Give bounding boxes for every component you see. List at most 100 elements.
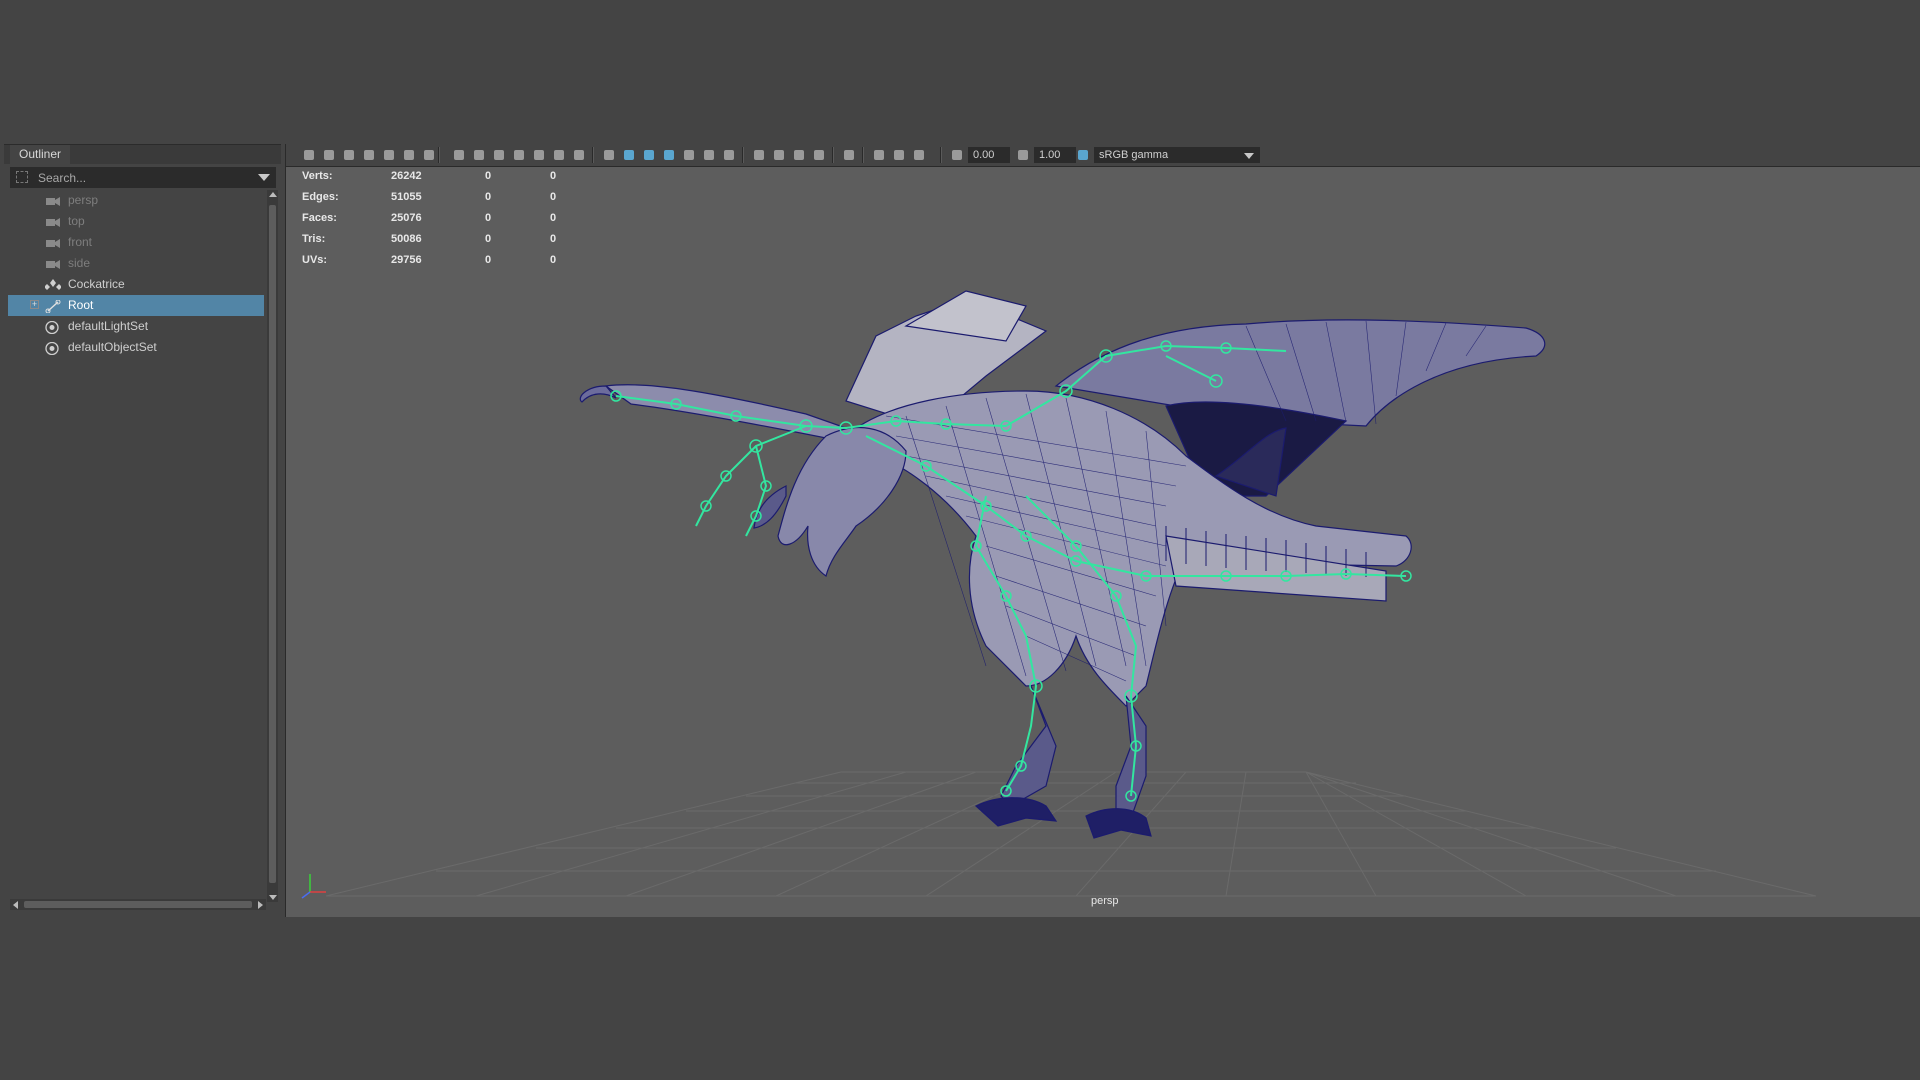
hud-stat-row: Verts: 26242 0 0: [286, 166, 586, 187]
smooth-shade-icon[interactable]: [622, 148, 636, 162]
image-plane-icon[interactable]: [382, 148, 396, 162]
axis-gizmo-icon: [301, 874, 326, 899]
bookmark-icon[interactable]: [342, 148, 356, 162]
select-camera-icon[interactable]: [302, 148, 316, 162]
hud-stat-label: Verts:: [302, 170, 333, 182]
wireframe-icon[interactable]: [602, 148, 616, 162]
hud-stat-row: Tris: 50086 0 0: [286, 229, 586, 250]
hud-stat-label: Faces:: [302, 212, 337, 224]
hud-stat-sel: 0: [485, 170, 492, 182]
scrollbar-thumb[interactable]: [24, 901, 252, 908]
gamma-icon[interactable]: [1016, 148, 1030, 162]
toolbar-separator: [742, 147, 744, 163]
outliner-item-defaultobjectset[interactable]: defaultObjectSet: [8, 337, 264, 358]
camera-icon: [45, 236, 61, 249]
outliner-item-top[interactable]: top: [8, 211, 264, 232]
depth-of-field-icon[interactable]: [812, 148, 826, 162]
search-input[interactable]: [38, 167, 248, 188]
expand-icon[interactable]: +: [30, 300, 39, 309]
pan-zoom-icon[interactable]: [402, 148, 416, 162]
outliner-item-label: top: [68, 214, 85, 228]
toolbar-separator: [862, 147, 864, 163]
tab-outliner[interactable]: Outliner: [10, 145, 71, 164]
cockatrice-mesh: [579, 290, 1546, 839]
lights-icon[interactable]: [702, 148, 716, 162]
set-icon: [45, 341, 61, 356]
color-space-select[interactable]: sRGB gamma: [1094, 147, 1260, 163]
filter-icon[interactable]: [16, 171, 28, 183]
hud-stat-sel: 0: [485, 254, 492, 266]
scroll-right-icon[interactable]: [258, 901, 263, 909]
hud-stat-comp: 0: [550, 233, 557, 245]
joint-icon: [45, 299, 61, 314]
exposure-field[interactable]: 0.00: [968, 147, 1010, 163]
camera-icon: [45, 257, 61, 270]
gate-mask-icon[interactable]: [512, 148, 526, 162]
outliner-search-bar: [10, 167, 276, 188]
outliner-item-cockatrice[interactable]: Cockatrice: [8, 274, 264, 295]
hud-stat-value: 25076: [391, 212, 422, 224]
hud-stat-value: 29756: [391, 254, 422, 266]
xray-active-icon[interactable]: [892, 148, 906, 162]
outliner-panel: Outliner persp top front side Cockatrice + Roo…: [4, 144, 281, 914]
grid-icon[interactable]: [452, 148, 466, 162]
resolution-gate-icon[interactable]: [492, 148, 506, 162]
xray-icon[interactable]: [682, 148, 696, 162]
viewport-persp[interactable]: 0.00 1.00 sRGB gamma Verts: 26242 0 0 Ed…: [285, 144, 1920, 917]
outliner-item-label: front: [68, 235, 93, 249]
horizontal-scrollbar[interactable]: [10, 899, 266, 910]
motion-blur-icon[interactable]: [772, 148, 786, 162]
exposure-icon[interactable]: [950, 148, 964, 162]
chevron-down-icon[interactable]: [1244, 153, 1254, 159]
toolbar-separator: [832, 147, 834, 163]
vertical-scrollbar[interactable]: [267, 190, 278, 902]
outliner-item-side[interactable]: side: [8, 253, 264, 274]
outliner-item-defaultlightset[interactable]: defaultLightSet: [8, 316, 264, 337]
color-management-icon[interactable]: [1076, 148, 1090, 162]
default-material-icon[interactable]: [642, 148, 656, 162]
hud-stat-comp: 0: [550, 212, 557, 224]
anti-aliasing-icon[interactable]: [792, 148, 806, 162]
toolbar-separator: [438, 147, 440, 163]
film-gate-toggle-icon[interactable]: [472, 148, 486, 162]
hud-stat-sel: 0: [485, 233, 492, 245]
film-gate-icon[interactable]: [362, 148, 376, 162]
camera-icon: [45, 215, 61, 228]
outliner-item-label: Root: [68, 298, 94, 312]
hud-stat-row: Faces: 25076 0 0: [286, 208, 586, 229]
hud-stat-comp: 0: [550, 191, 557, 203]
ground-grid: [325, 771, 1817, 897]
viewport-toolbar: 0.00 1.00 sRGB gamma: [286, 144, 1920, 167]
camera-attributes-icon[interactable]: [322, 148, 336, 162]
gamma-field[interactable]: 1.00: [1034, 147, 1076, 163]
backface-icon[interactable]: [912, 148, 926, 162]
scroll-up-icon[interactable]: [269, 192, 277, 197]
outliner-item-label: Cockatrice: [68, 277, 125, 291]
ambient-occlusion-icon[interactable]: [752, 148, 766, 162]
hud-stat-sel: 0: [485, 191, 492, 203]
chevron-down-icon[interactable]: [258, 174, 270, 181]
hud-stat-label: Tris:: [302, 233, 326, 245]
hud-stat-value: 26242: [391, 170, 422, 182]
isolate-select-icon[interactable]: [842, 148, 856, 162]
grease-pencil-icon[interactable]: [422, 148, 436, 162]
wireframe-on-shaded-icon[interactable]: [662, 148, 676, 162]
safe-action-icon[interactable]: [552, 148, 566, 162]
hud-stat-comp: 0: [550, 254, 557, 266]
field-chart-icon[interactable]: [532, 148, 546, 162]
xray-joints-icon[interactable]: [872, 148, 886, 162]
outliner-item-persp[interactable]: persp: [8, 190, 264, 211]
camera-icon: [45, 194, 61, 207]
scrollbar-thumb[interactable]: [269, 205, 276, 883]
shadows-icon[interactable]: [722, 148, 736, 162]
outliner-item-label: defaultObjectSet: [68, 340, 157, 354]
safe-title-icon[interactable]: [572, 148, 586, 162]
outliner-item-front[interactable]: front: [8, 232, 264, 253]
scene-view[interactable]: [286, 166, 1920, 917]
hud-stat-value: 51055: [391, 191, 422, 203]
scroll-down-icon[interactable]: [269, 895, 277, 900]
scroll-left-icon[interactable]: [13, 901, 18, 909]
toolbar-separator: [940, 147, 942, 163]
outliner-item-root[interactable]: + Root: [8, 295, 264, 316]
toolbar-separator: [592, 147, 594, 163]
